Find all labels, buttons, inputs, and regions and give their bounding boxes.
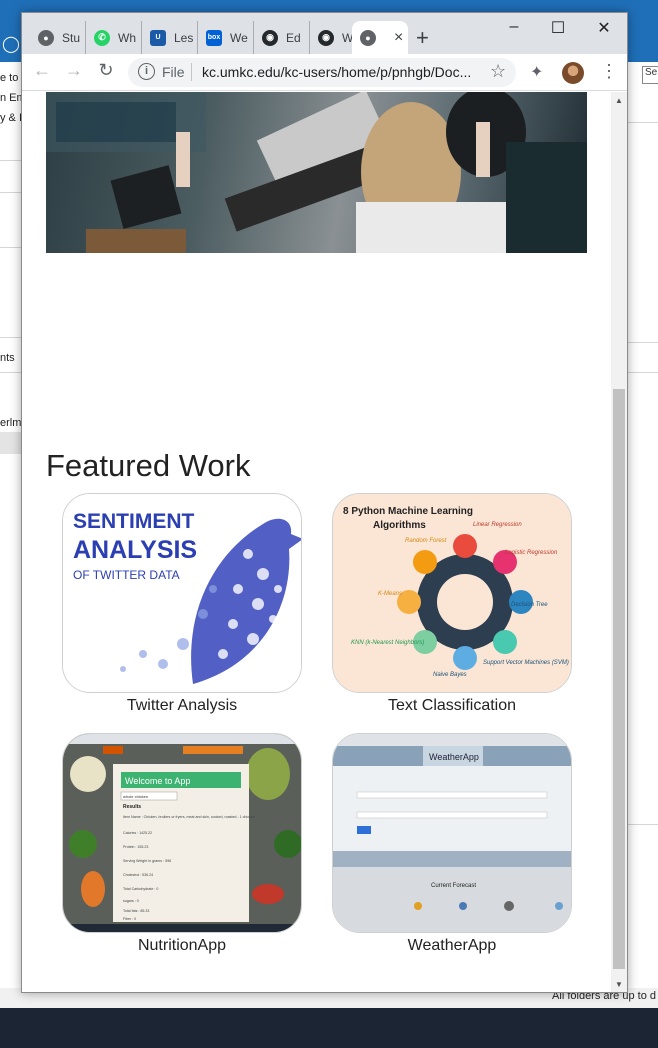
browser-toolbar: ← → ↻ i File kc.umkc.edu/kc-users/home/p…: [22, 54, 627, 91]
project-caption[interactable]: WeatherApp: [332, 937, 572, 955]
close-tab-icon[interactable]: ×: [394, 29, 403, 47]
project-card-twitter[interactable]: SENTIMENT ANALYSIS OF TWITTER DATA: [62, 493, 302, 693]
thumb-forecast: Current Forecast: [431, 883, 476, 889]
extensions-icon[interactable]: ✦: [530, 62, 543, 82]
bg-search-box: Se: [642, 66, 658, 84]
reload-icon[interactable]: ↻: [94, 60, 118, 81]
box-icon: box: [206, 29, 222, 46]
thumb-label: K-Means: [378, 591, 402, 597]
thumb-line: Protein : 155.23: [123, 845, 148, 849]
project-caption[interactable]: Twitter Analysis: [62, 697, 302, 715]
forward-icon[interactable]: →: [62, 60, 86, 81]
tab-active[interactable]: ● ×: [352, 21, 408, 54]
thumb-subtitle: OF TWITTER DATA: [73, 568, 180, 582]
project-card-nutrition[interactable]: Welcome to App whole chicken Results Ite…: [62, 733, 302, 933]
thumb-line: Item Name : Chicken, broilers or fryers,…: [123, 815, 255, 819]
thumb-query: whole chicken: [123, 794, 148, 799]
tab-label: Stu: [62, 30, 81, 45]
project-caption[interactable]: NutritionApp: [62, 937, 302, 955]
thumb-line: Calories : 1425.22: [123, 831, 152, 835]
scroll-up-icon[interactable]: ▲: [615, 96, 623, 105]
close-window-icon[interactable]: ✕: [594, 18, 614, 38]
maximize-icon[interactable]: ☐: [548, 18, 568, 38]
scroll-down-icon[interactable]: ▼: [615, 980, 623, 989]
project-caption[interactable]: Text Classification: [332, 697, 572, 715]
page-scrollbar[interactable]: ▲ ▼: [611, 92, 627, 992]
bg-fragment: erlm: [0, 417, 22, 429]
address-bar[interactable]: i File kc.umkc.edu/kc-users/home/p/pnhgb…: [128, 58, 516, 87]
thumb-line: Total Carbohydrate : 0: [123, 887, 158, 891]
browser-window: ● Stu ✆ Wh U Les box We ◉ Ed ◉ We ● × + …: [21, 12, 628, 993]
background-left-pane: e to n Em y & I nts erlm: [0, 62, 26, 1008]
globe-icon: ●: [38, 29, 54, 46]
thumb-label: Logistic Regression: [505, 550, 558, 556]
thumb-title-2: Algorithms: [373, 520, 426, 531]
scheme-label: File: [162, 64, 185, 80]
thumb-label: Linear Regression: [473, 522, 522, 528]
lightbulb-icon: ◯: [2, 36, 20, 53]
tab-label: We: [230, 30, 248, 45]
thumb-line: Cholestrol : 536.24: [123, 873, 153, 877]
tab-label: Les: [174, 30, 194, 45]
thumb-label: Decision Tree: [511, 602, 548, 608]
bg-fragment: nts: [0, 352, 15, 364]
hero-image: [46, 92, 587, 253]
thumb-line: sugars : 0: [123, 899, 139, 903]
github-icon: ◉: [262, 29, 278, 46]
bookmark-star-icon[interactable]: ☆: [490, 61, 506, 82]
project-card-weather[interactable]: WeatherApp Current Forecast: [332, 733, 572, 933]
thumb-line: Total fats : 85.33: [123, 909, 149, 913]
bg-fragment: e to: [0, 72, 19, 84]
thumb-title: WeatherApp: [429, 752, 479, 762]
new-tab-button[interactable]: +: [416, 25, 429, 51]
umkc-icon: U: [150, 29, 166, 46]
featured-work-heading: Featured Work: [46, 448, 251, 483]
thumb-label: Support Vector Machines (SVM): [483, 660, 569, 666]
page-viewport: Featured Work SENTIMENT ANALYSIS OF TWIT…: [22, 92, 627, 992]
minimize-icon[interactable]: –: [504, 18, 524, 36]
thumb-label: Naive Bayes: [433, 672, 467, 678]
thumb-title: Welcome to App: [125, 776, 190, 786]
thumb-title: 8 Python Machine Learning: [343, 506, 473, 517]
tab-whatsapp[interactable]: ✆ Wh: [86, 21, 142, 54]
bg-fragment: y & I: [0, 112, 23, 124]
scrollbar-thumb[interactable]: [613, 389, 625, 969]
thumb-line: Serving Weight in grams : 596: [123, 859, 171, 863]
project-card-text-classification[interactable]: 8 Python Machine Learning Algorithms Lin…: [332, 493, 572, 693]
tab-stu[interactable]: ● Stu: [30, 21, 86, 54]
tab-label: Wh: [118, 30, 136, 45]
url-text[interactable]: kc.umkc.edu/kc-users/home/p/pnhgb/Doc...: [202, 64, 471, 80]
menu-kebab-icon[interactable]: ⋮: [600, 61, 618, 82]
thumb-title-line2: ANALYSIS: [73, 536, 197, 564]
tab-strip: ● Stu ✆ Wh U Les box We ◉ Ed ◉ We ● × + …: [22, 13, 627, 54]
back-icon[interactable]: ←: [30, 60, 54, 81]
tab-box[interactable]: box We: [198, 21, 254, 54]
thumb-label: KNN (k-Nearest Neighbors): [351, 640, 424, 646]
thumb-title-line1: SENTIMENT: [73, 510, 195, 533]
info-icon[interactable]: i: [138, 63, 155, 80]
github-icon: ◉: [318, 29, 334, 46]
thumb-results: Results: [123, 804, 141, 810]
tab-github-ed[interactable]: ◉ Ed: [254, 21, 310, 54]
tab-label: Ed: [286, 30, 301, 45]
profile-avatar[interactable]: [562, 62, 584, 84]
background-right-pane: Se: [628, 62, 658, 1008]
globe-icon: ●: [360, 29, 376, 46]
thumb-line: Fiber : 0: [123, 917, 136, 921]
thumb-label: Random Forest: [405, 538, 447, 544]
taskbar: [0, 1008, 658, 1048]
whatsapp-icon: ✆: [94, 29, 110, 46]
tab-umkc[interactable]: U Les: [142, 21, 198, 54]
